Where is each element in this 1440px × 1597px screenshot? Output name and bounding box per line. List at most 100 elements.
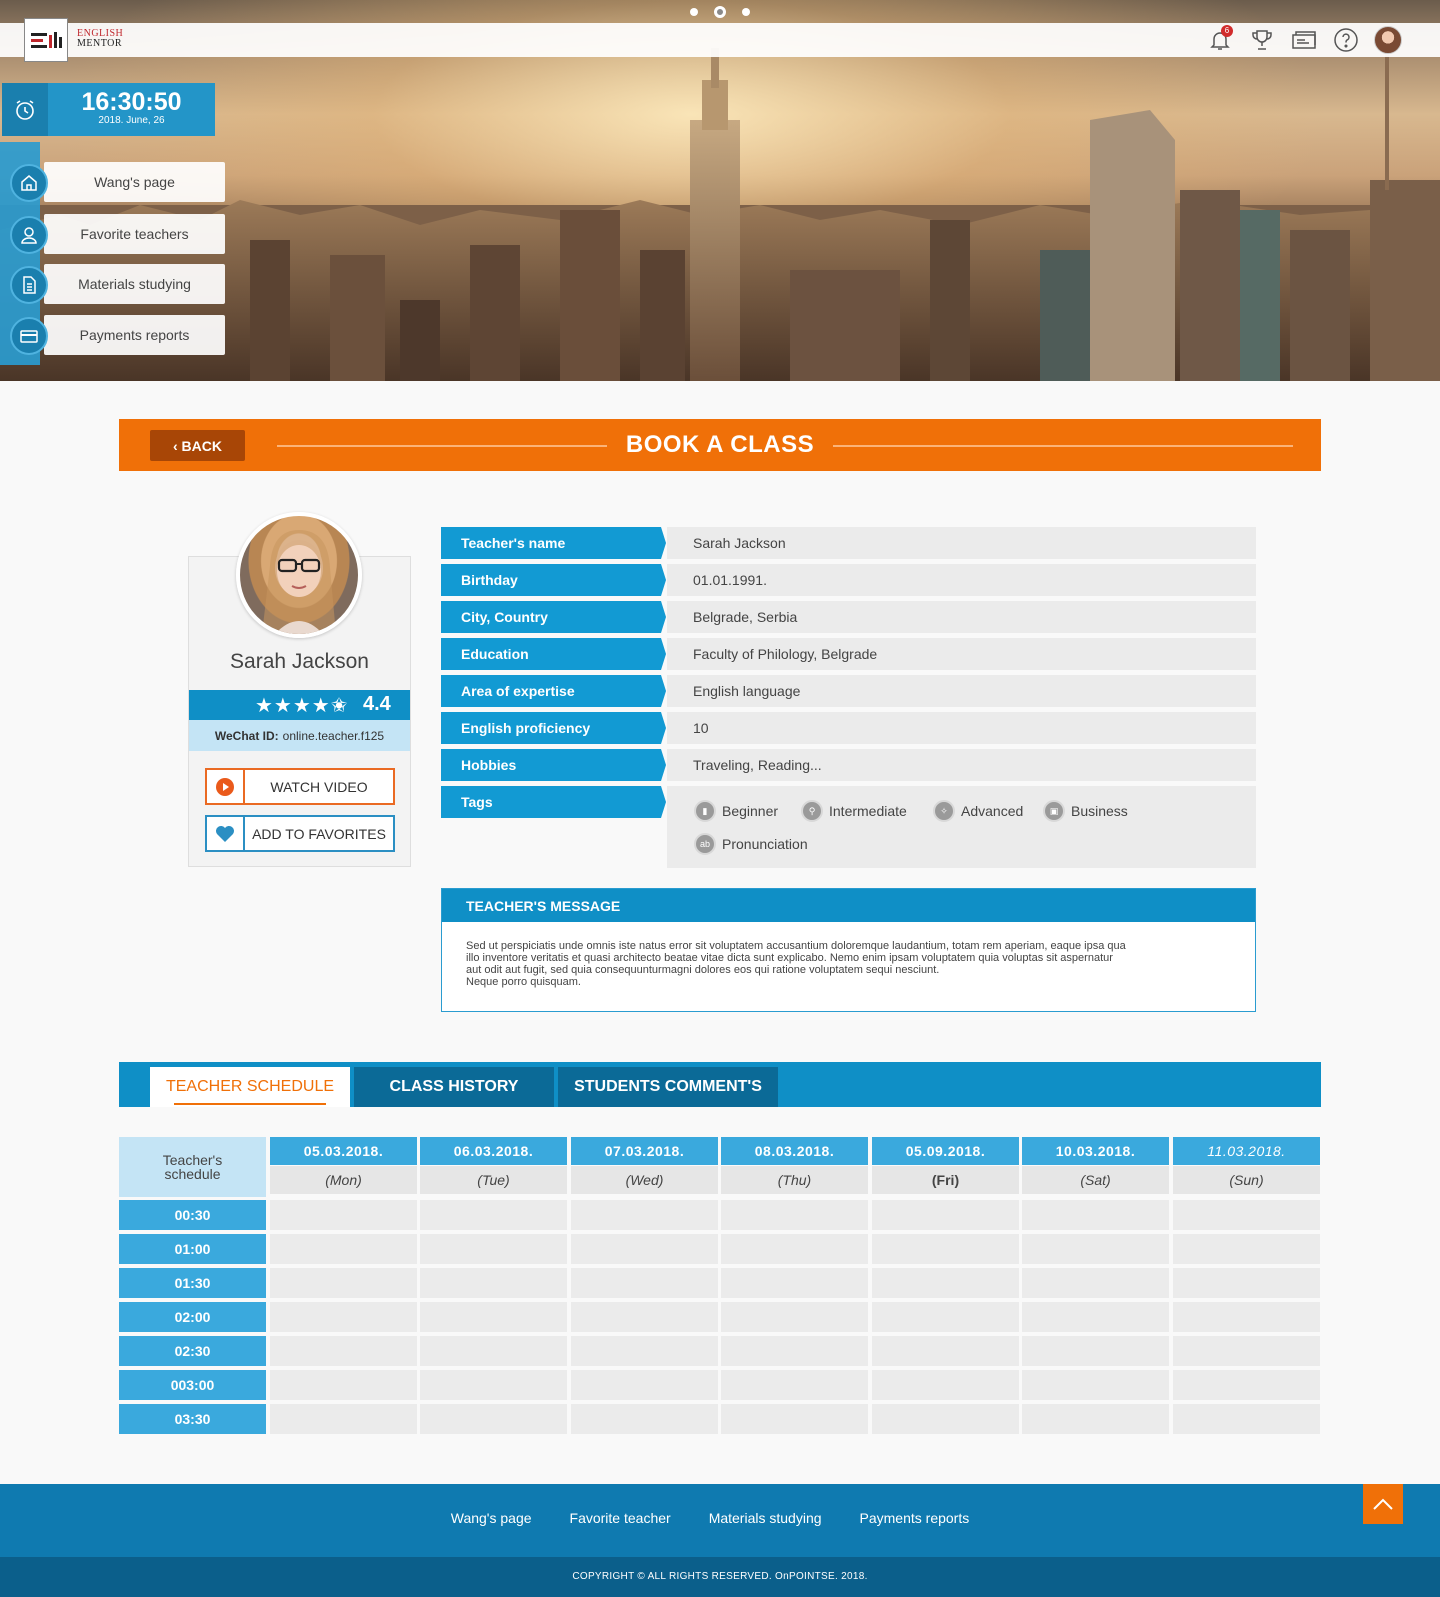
help-icon[interactable] (1332, 26, 1360, 54)
tickets-icon[interactable] (1290, 26, 1318, 54)
wechat-label: WeChat ID: (214, 728, 279, 743)
trophy-icon[interactable] (1248, 26, 1276, 54)
user-avatar[interactable] (1374, 26, 1402, 54)
schedule-slot-cell[interactable] (721, 1302, 868, 1332)
carousel-dot-3[interactable] (742, 8, 750, 16)
schedule-slot-cell[interactable] (872, 1336, 1019, 1366)
schedule-slot-cell[interactable] (872, 1268, 1019, 1298)
footer-link-wangs-page[interactable]: Wang's page (451, 1510, 532, 1526)
page-title: BOOK A CLASS (625, 431, 815, 458)
logo-icon[interactable] (24, 18, 68, 62)
play-icon (207, 770, 245, 803)
message-line: Sed ut perspiciatis unde omnis iste natu… (466, 940, 1126, 952)
schedule-slot-cell[interactable] (1022, 1336, 1169, 1366)
schedule-slot-cell[interactable] (420, 1336, 567, 1366)
schedule-slot-cell[interactable] (1022, 1302, 1169, 1332)
schedule-slot-cell[interactable] (571, 1200, 718, 1230)
schedule-slot-cell[interactable] (872, 1200, 1019, 1230)
schedule-slot-cell[interactable] (571, 1268, 718, 1298)
tag-label: Advanced (961, 803, 1024, 819)
tab-teacher-schedule[interactable]: TEACHER SCHEDULE (150, 1067, 350, 1107)
schedule-slot-cell[interactable] (270, 1302, 417, 1332)
schedule-day-date: 05.03.2018. (270, 1137, 417, 1165)
schedule-slot-cell[interactable] (1022, 1234, 1169, 1264)
schedule-slot-cell[interactable] (420, 1234, 567, 1264)
schedule-slot-cell[interactable] (420, 1302, 567, 1332)
tag-pronunciation[interactable]: ab Pronunciation (694, 833, 808, 855)
add-to-favorites-button[interactable]: ADD TO FAVORITES (205, 815, 395, 852)
schedule-slot-cell[interactable] (721, 1404, 868, 1434)
carousel-dots[interactable] (690, 6, 750, 18)
carousel-dot-1[interactable] (690, 8, 698, 16)
schedule-slot-cell[interactable] (872, 1370, 1019, 1400)
schedule-day-date: 10.03.2018. (1022, 1137, 1169, 1165)
schedule-slot-cell[interactable] (270, 1404, 417, 1434)
footer-link-materials-studying[interactable]: Materials studying (709, 1510, 822, 1526)
schedule-slot-cell[interactable] (1173, 1200, 1320, 1230)
schedule-slot-cell[interactable] (571, 1336, 718, 1366)
schedule-slot-cell[interactable] (872, 1404, 1019, 1434)
schedule-slot-cell[interactable] (270, 1200, 417, 1230)
schedule-slot-cell[interactable] (420, 1370, 567, 1400)
tab-students-comments[interactable]: STUDENTS COMMENT'S (558, 1067, 778, 1107)
schedule-slot-cell[interactable] (721, 1200, 868, 1230)
schedule-slot-cell[interactable] (1173, 1404, 1320, 1434)
schedule-slot-cell[interactable] (270, 1268, 417, 1298)
brand-line-2: MENTOR (77, 38, 123, 49)
carousel-dot-2[interactable] (714, 6, 726, 18)
schedule-slot-cell[interactable] (571, 1404, 718, 1434)
schedule-slot-cell[interactable] (721, 1370, 868, 1400)
info-row-education: Education Faculty of Philology, Belgrade (441, 638, 1256, 670)
schedule-slot-cell[interactable] (1173, 1268, 1320, 1298)
schedule-slot-cell[interactable] (420, 1200, 567, 1230)
schedule-slot-cell[interactable] (721, 1234, 868, 1264)
schedule-slot-cell[interactable] (721, 1336, 868, 1366)
watch-video-button[interactable]: WATCH VIDEO (205, 768, 395, 805)
schedule-slot-cell[interactable] (1173, 1234, 1320, 1264)
schedule-day-name: (Tue) (420, 1166, 567, 1194)
schedule-slot-cell[interactable] (872, 1302, 1019, 1332)
schedule-slot-cell[interactable] (1022, 1268, 1169, 1298)
footer-link-favorite-teacher[interactable]: Favorite teacher (570, 1510, 671, 1526)
tab-class-history[interactable]: CLASS HISTORY (354, 1067, 554, 1107)
schedule-slot-cell[interactable] (1173, 1336, 1320, 1366)
info-value: Sarah Jackson (667, 527, 1256, 559)
schedule-slot-cell[interactable] (1022, 1200, 1169, 1230)
sidebar-item-wangs-page[interactable]: Wang's page (10, 162, 225, 202)
tag-business[interactable]: ▣ Business (1043, 800, 1128, 822)
tag-intermediate[interactable]: ⚲ Intermediate (801, 800, 907, 822)
schedule-slot-cell[interactable] (270, 1336, 417, 1366)
tab-label: TEACHER SCHEDULE (165, 1078, 335, 1095)
schedule-time-slot: 01:30 (119, 1268, 266, 1298)
sidebar-item-favorite-teachers[interactable]: Favorite teachers (10, 214, 225, 254)
schedule-day-date: 08.03.2018. (721, 1137, 868, 1165)
sidebar-item-materials-studying[interactable]: Materials studying (10, 264, 225, 304)
tag-advanced[interactable]: ✧ Advanced (933, 800, 1023, 822)
schedule-slot-cell[interactable] (571, 1370, 718, 1400)
schedule-slot-cell[interactable] (420, 1404, 567, 1434)
sidebar-item-payments-reports[interactable]: Payments reports (10, 315, 225, 355)
schedule-slot-cell[interactable] (571, 1234, 718, 1264)
tag-label: Intermediate (829, 803, 907, 819)
schedule-slot-cell[interactable] (872, 1234, 1019, 1264)
book-class-bar: ‹ BACK BOOK A CLASS (119, 419, 1321, 471)
wechat-value: online.teacher.f125 (282, 728, 385, 743)
clock-time: 16:30:50 (81, 88, 182, 116)
footer-link-payments-reports[interactable]: Payments reports (860, 1510, 970, 1526)
schedule-slot-cell[interactable] (721, 1268, 868, 1298)
schedule-slot-cell[interactable] (1022, 1404, 1169, 1434)
scroll-to-top-button[interactable] (1363, 1484, 1403, 1524)
schedule-slot-cell[interactable] (270, 1370, 417, 1400)
schedule-slot-cell[interactable] (420, 1268, 567, 1298)
tag-beginner[interactable]: ▮ Beginner (694, 800, 778, 822)
sidebar-item-label: Favorite teachers (44, 214, 225, 254)
schedule-slot-cell[interactable] (270, 1234, 417, 1264)
schedule-slot-cell[interactable] (571, 1302, 718, 1332)
schedule-slot-cell[interactable] (1173, 1302, 1320, 1332)
schedule-slot-cell[interactable] (1022, 1370, 1169, 1400)
notification-bell-icon[interactable]: 6 (1206, 25, 1234, 54)
credit-card-icon (10, 317, 48, 355)
schedule-slot-cell[interactable] (1173, 1370, 1320, 1400)
schedule-day-name: (Wed) (571, 1166, 718, 1194)
info-label: Birthday (441, 564, 666, 596)
